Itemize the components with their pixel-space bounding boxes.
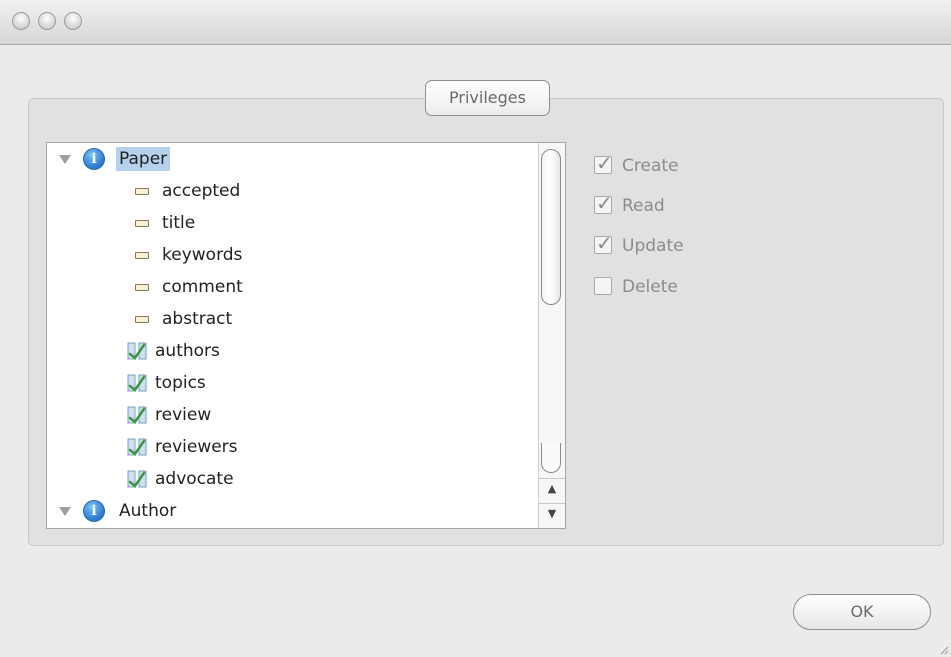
delete-label: Delete [622,277,678,297]
checkbox-box[interactable]: ✓ [594,151,613,175]
tree-item-label: topics [155,373,206,393]
privileges-group-title: Privileges [425,80,550,116]
relationship-icon [127,342,147,360]
info-icon: i [83,148,105,170]
relationship-icon [127,374,147,392]
relationship-icon [127,438,147,456]
tree-row-comment[interactable]: comment [47,275,447,299]
attribute-icon [135,252,149,259]
read-label: Read [622,196,665,216]
scrollbar-thumb[interactable] [541,149,561,305]
relationship-icon [127,470,147,488]
create-checkbox[interactable]: ✓ Create [594,151,734,179]
tree-row-title[interactable]: title [47,211,447,235]
tree-row-paper[interactable]: i Paper [47,147,547,171]
close-window-button[interactable] [12,12,30,30]
tree-item-label: reviewers [155,437,238,457]
zoom-window-button[interactable] [64,12,82,30]
checkbox-box[interactable]: ✓ [594,231,613,255]
checkmark-icon: ✓ [596,191,613,215]
minimize-window-button[interactable] [38,12,56,30]
tree-row-advocate[interactable]: advocate [47,467,447,491]
tree-item-label: accepted [162,181,241,201]
tree-item-label: title [162,213,196,233]
tree-item-label: Paper [116,147,171,171]
tree-row-authors[interactable]: authors [47,339,447,363]
relationship-icon [127,406,147,424]
attribute-icon [135,316,149,323]
tree-row-topics[interactable]: topics [47,371,447,395]
tree-vertical-scrollbar[interactable]: ▲ ▼ [538,143,565,528]
update-label: Update [622,236,684,256]
scrollbar-track-end [541,443,561,473]
checkmark-icon: ✓ [596,231,613,255]
info-icon: i [83,500,105,522]
disclosure-triangle-icon[interactable] [59,507,71,516]
tree-item-label: Author [119,501,177,521]
tree-item-label: keywords [162,245,243,265]
attribute-icon [135,220,149,227]
create-label: Create [622,156,679,176]
delete-checkbox[interactable]: Delete [594,274,734,300]
tree-row-keywords[interactable]: keywords [47,243,447,267]
resize-grip-icon[interactable] [937,643,949,655]
attribute-icon [135,284,149,291]
tree-row-review[interactable]: review [47,403,447,427]
checkbox-box[interactable]: ✓ [594,191,613,215]
tree-row-accepted[interactable]: accepted [47,179,447,203]
read-checkbox[interactable]: ✓ Read [594,191,734,219]
ok-button[interactable]: OK [793,594,931,630]
update-checkbox[interactable]: ✓ Update [594,231,734,259]
scroll-down-arrow-icon[interactable]: ▼ [539,503,565,523]
entity-tree-view[interactable]: i Paper accepted title keywords comment … [46,142,566,529]
disclosure-triangle-icon[interactable] [59,155,71,164]
tree-item-label: comment [162,277,243,297]
attribute-icon [135,188,149,195]
tree-item-label: abstract [162,309,233,329]
checkbox-box[interactable] [594,277,612,295]
tree-row-author[interactable]: i Author [47,499,447,523]
tree-row-abstract[interactable]: abstract [47,307,447,331]
scroll-up-arrow-icon[interactable]: ▲ [539,478,565,498]
window-titlebar [0,0,951,45]
tree-item-label: advocate [155,469,234,489]
checkmark-icon: ✓ [596,151,613,175]
tree-item-label: review [155,405,212,425]
tree-item-label: authors [155,341,220,361]
tree-row-reviewers[interactable]: reviewers [47,435,447,459]
